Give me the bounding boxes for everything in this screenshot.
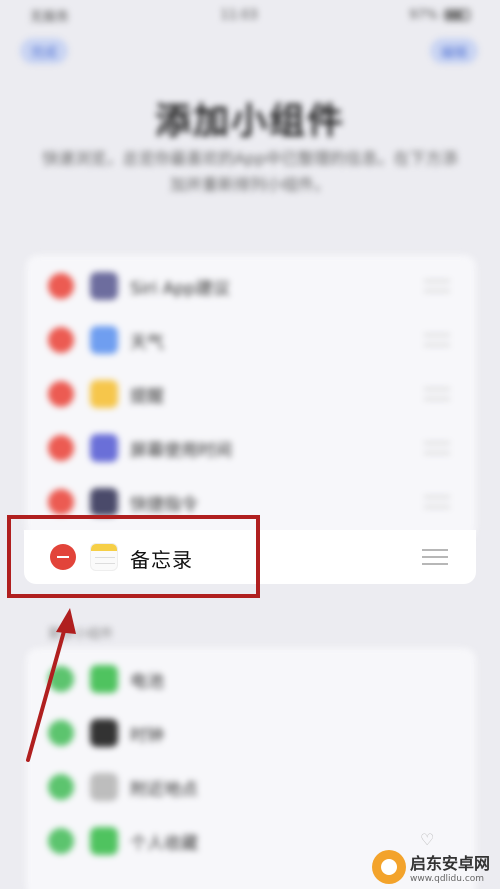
watermark: 启东安卓网 www.qdlidu.com bbox=[372, 848, 498, 886]
reorder-handle-icon[interactable] bbox=[424, 334, 450, 346]
reorder-handle-icon[interactable] bbox=[424, 442, 450, 454]
clock-icon bbox=[90, 719, 118, 747]
list-item[interactable]: 时钟 bbox=[26, 706, 476, 760]
done-button[interactable]: 完成 bbox=[20, 38, 68, 64]
carrier-label: 无服务 bbox=[30, 9, 70, 25]
widget-label: 屏幕使用时间 bbox=[130, 440, 232, 461]
edit-button[interactable]: 编辑 bbox=[430, 38, 478, 64]
watermark-url: www.qdlidu.com bbox=[410, 874, 485, 884]
reorder-handle-icon[interactable] bbox=[424, 496, 450, 508]
status-bar: 无服务 11:03 97% bbox=[0, 0, 500, 30]
weather-icon bbox=[90, 326, 118, 354]
widget-label: 天气 bbox=[130, 332, 164, 353]
list-item[interactable]: Siri App建议 bbox=[26, 259, 476, 313]
list-item[interactable]: 附近地点 bbox=[26, 760, 476, 814]
siri-suggestions-icon bbox=[90, 272, 118, 300]
watermark-logo-icon bbox=[372, 850, 406, 884]
remove-icon[interactable] bbox=[48, 327, 74, 353]
add-icon[interactable] bbox=[48, 720, 74, 746]
heart-icon: ♡ bbox=[420, 830, 435, 849]
time-label: 11:03 bbox=[220, 7, 258, 23]
widget-label: 电池 bbox=[130, 671, 164, 692]
more-widgets-header: 更多小组件 bbox=[48, 627, 114, 642]
screen-time-icon bbox=[90, 434, 118, 462]
remove-icon[interactable] bbox=[48, 273, 74, 299]
annotation-box bbox=[7, 515, 260, 598]
add-icon[interactable] bbox=[48, 828, 74, 854]
list-item[interactable]: 屏幕使用时间 bbox=[26, 421, 476, 475]
widget-label: 快捷指令 bbox=[130, 494, 198, 515]
list-item[interactable]: 天气 bbox=[26, 313, 476, 367]
widget-label: 附近地点 bbox=[130, 779, 198, 800]
enabled-widgets-list: Siri App建议 天气 提醒 屏幕使用时间 快捷指令 bbox=[26, 255, 476, 540]
remove-icon[interactable] bbox=[48, 489, 74, 515]
reminders-icon bbox=[90, 380, 118, 408]
add-icon[interactable] bbox=[48, 774, 74, 800]
widget-label: 时钟 bbox=[130, 725, 164, 746]
watermark-text: 启东安卓网 www.qdlidu.com bbox=[410, 850, 490, 884]
page-title: 添加小组件 bbox=[154, 101, 345, 142]
battery-icon bbox=[443, 9, 470, 21]
remove-icon[interactable] bbox=[48, 435, 74, 461]
widget-label: Siri App建议 bbox=[130, 278, 230, 299]
watermark-name: 启东安卓网 bbox=[410, 854, 491, 873]
nearby-icon bbox=[90, 773, 118, 801]
remove-icon[interactable] bbox=[48, 381, 74, 407]
favorites-icon bbox=[90, 827, 118, 855]
status-right: 97% bbox=[409, 8, 470, 23]
widget-label: 个人收藏 bbox=[130, 833, 198, 854]
reorder-handle-icon[interactable] bbox=[422, 549, 448, 565]
add-icon[interactable] bbox=[48, 666, 74, 692]
list-item[interactable]: 提醒 bbox=[26, 367, 476, 421]
battery-percent: 97% bbox=[409, 7, 438, 23]
list-item[interactable]: 电池 bbox=[26, 652, 476, 706]
page-description: 快速浏览，总览你最喜欢的App中已整理的信息。在下方添加并重新排列小组件。 bbox=[42, 149, 458, 194]
widget-label: 提醒 bbox=[130, 386, 164, 407]
shortcuts-icon bbox=[90, 488, 118, 516]
reorder-handle-icon[interactable] bbox=[424, 388, 450, 400]
battery-widget-icon bbox=[90, 665, 118, 693]
reorder-handle-icon[interactable] bbox=[424, 280, 450, 292]
